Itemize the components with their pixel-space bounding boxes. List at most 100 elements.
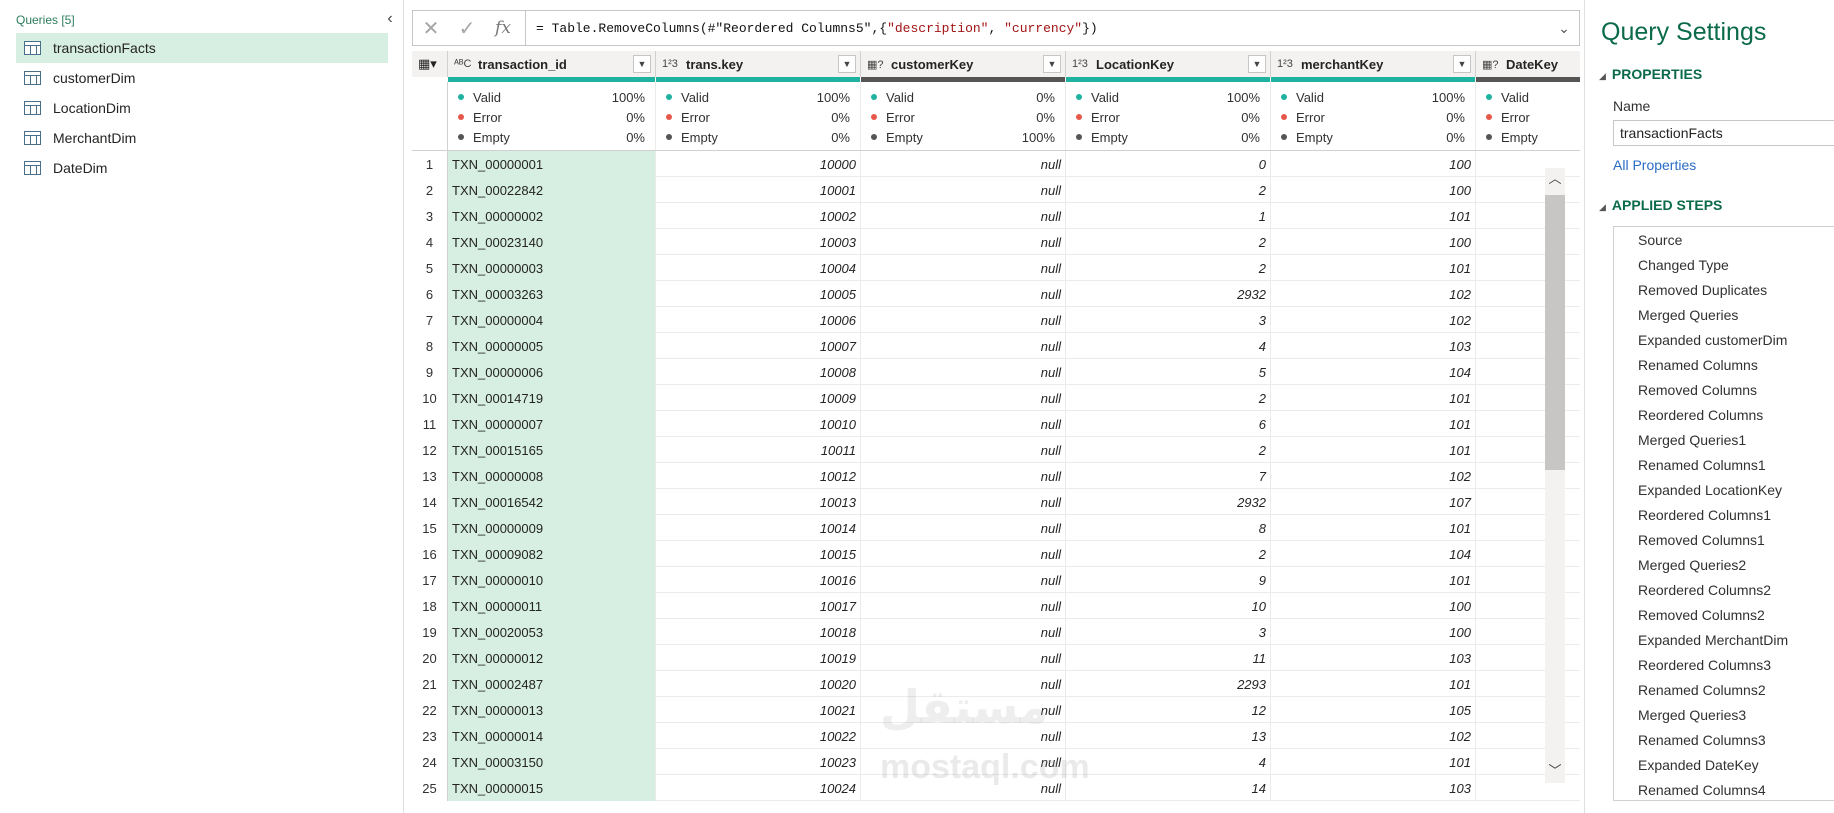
table-cell[interactable]: 5 bbox=[1066, 359, 1271, 385]
table-row[interactable]: 13 TXN_00000008 10012 null 7 102 bbox=[412, 463, 1580, 489]
query-item[interactable]: LocationDim bbox=[16, 93, 388, 123]
table-cell[interactable]: 10000 bbox=[656, 151, 861, 177]
applied-step[interactable]: Reordered Columns1 bbox=[1614, 502, 1834, 527]
table-cell[interactable]: null bbox=[861, 619, 1066, 645]
applied-step[interactable]: Expanded LocationKey bbox=[1614, 477, 1834, 502]
column-header[interactable]: 1²3 LocationKey ▼ bbox=[1066, 51, 1271, 82]
applied-step[interactable]: Merged Queries bbox=[1614, 302, 1834, 327]
table-cell[interactable]: 2 bbox=[1066, 229, 1271, 255]
table-cell[interactable]: 10022 bbox=[656, 723, 861, 749]
table-cell[interactable]: 101 bbox=[1271, 567, 1476, 593]
table-cell[interactable]: null bbox=[861, 307, 1066, 333]
applied-steps-section-head[interactable]: ◢ APPLIED STEPS bbox=[1599, 197, 1722, 213]
row-number[interactable]: 7 bbox=[412, 307, 448, 333]
scroll-up-icon[interactable]: ︿ bbox=[1545, 170, 1565, 188]
row-number[interactable]: 18 bbox=[412, 593, 448, 619]
table-cell[interactable]: 10020 bbox=[656, 671, 861, 697]
column-type-icon[interactable]: ▦? bbox=[1482, 58, 1506, 71]
fx-icon[interactable]: fx bbox=[485, 11, 521, 45]
table-row[interactable]: 20 TXN_00000012 10019 null 11 103 bbox=[412, 645, 1580, 671]
applied-step[interactable]: Reordered Columns3 bbox=[1614, 652, 1834, 677]
row-number[interactable]: 23 bbox=[412, 723, 448, 749]
table-row[interactable]: 15 TXN_00000009 10014 null 8 101 bbox=[412, 515, 1580, 541]
table-row[interactable]: 18 TXN_00000011 10017 null 10 100 bbox=[412, 593, 1580, 619]
table-cell[interactable]: TXN_00000010 bbox=[448, 567, 656, 593]
table-cell[interactable]: null bbox=[861, 385, 1066, 411]
applied-step[interactable]: Expanded DateKey bbox=[1614, 752, 1834, 777]
table-cell[interactable]: null bbox=[861, 645, 1066, 671]
table-cell[interactable]: null bbox=[861, 593, 1066, 619]
table-cell[interactable]: 101 bbox=[1271, 255, 1476, 281]
row-number[interactable]: 9 bbox=[412, 359, 448, 385]
table-cell[interactable]: null bbox=[861, 411, 1066, 437]
table-cell[interactable]: 10006 bbox=[656, 307, 861, 333]
row-number[interactable]: 25 bbox=[412, 775, 448, 801]
table-cell[interactable]: 100 bbox=[1271, 151, 1476, 177]
applied-step[interactable]: Reordered Columns bbox=[1614, 402, 1834, 427]
scroll-down-icon[interactable]: ﹀ bbox=[1545, 762, 1565, 780]
table-cell[interactable]: 101 bbox=[1271, 411, 1476, 437]
table-row[interactable]: 10 TXN_00014719 10009 null 2 101 bbox=[412, 385, 1580, 411]
table-cell[interactable]: 2293 bbox=[1066, 671, 1271, 697]
all-properties-link[interactable]: All Properties bbox=[1613, 157, 1696, 173]
table-cell[interactable]: 3 bbox=[1066, 307, 1271, 333]
table-cell[interactable]: 2 bbox=[1066, 255, 1271, 281]
row-number[interactable]: 22 bbox=[412, 697, 448, 723]
applied-step[interactable]: Renamed Columns4 bbox=[1614, 777, 1834, 800]
table-cell[interactable]: 10017 bbox=[656, 593, 861, 619]
table-cell[interactable]: TXN_00000001 bbox=[448, 151, 656, 177]
row-number[interactable]: 5 bbox=[412, 255, 448, 281]
table-cell[interactable]: TXN_00000004 bbox=[448, 307, 656, 333]
table-cell[interactable]: null bbox=[861, 359, 1066, 385]
table-cell[interactable]: 101 bbox=[1271, 671, 1476, 697]
row-number[interactable]: 21 bbox=[412, 671, 448, 697]
table-cell[interactable]: 10018 bbox=[656, 619, 861, 645]
table-cell[interactable]: 10007 bbox=[656, 333, 861, 359]
table-cell[interactable]: null bbox=[861, 489, 1066, 515]
table-cell[interactable]: 104 bbox=[1271, 359, 1476, 385]
table-cell[interactable]: 10024 bbox=[656, 775, 861, 801]
table-cell[interactable]: 10002 bbox=[656, 203, 861, 229]
table-cell[interactable]: TXN_00003263 bbox=[448, 281, 656, 307]
table-row[interactable]: 14 TXN_00016542 10013 null 2932 107 bbox=[412, 489, 1580, 515]
table-cell[interactable]: 104 bbox=[1271, 541, 1476, 567]
row-number[interactable]: 3 bbox=[412, 203, 448, 229]
table-cell[interactable]: 103 bbox=[1271, 775, 1476, 801]
applied-step[interactable]: Removed Columns1 bbox=[1614, 527, 1834, 552]
table-row[interactable]: 4 TXN_00023140 10003 null 2 100 bbox=[412, 229, 1580, 255]
applied-step[interactable]: Renamed Columns3 bbox=[1614, 727, 1834, 752]
table-cell[interactable]: null bbox=[861, 437, 1066, 463]
column-header[interactable]: 1²3 merchantKey ▼ bbox=[1271, 51, 1476, 82]
applied-step[interactable]: Removed Columns bbox=[1614, 377, 1834, 402]
query-item[interactable]: customerDim bbox=[16, 63, 388, 93]
table-row[interactable]: 2 TXN_00022842 10001 null 2 100 bbox=[412, 177, 1580, 203]
table-cell[interactable]: 10016 bbox=[656, 567, 861, 593]
table-cell[interactable]: TXN_00020053 bbox=[448, 619, 656, 645]
table-cell[interactable]: 102 bbox=[1271, 463, 1476, 489]
table-cell[interactable]: 1 bbox=[1066, 203, 1271, 229]
cancel-formula-icon[interactable]: ✕ bbox=[413, 11, 449, 45]
table-cell[interactable]: TXN_00000013 bbox=[448, 697, 656, 723]
table-cell[interactable]: TXN_00000007 bbox=[448, 411, 656, 437]
table-row[interactable]: 5 TXN_00000003 10004 null 2 101 bbox=[412, 255, 1580, 281]
column-header[interactable]: 1²3 trans.key ▼ bbox=[656, 51, 861, 82]
applied-step[interactable]: Source bbox=[1614, 227, 1834, 252]
table-row[interactable]: 16 TXN_00009082 10015 null 2 104 bbox=[412, 541, 1580, 567]
table-cell[interactable]: TXN_00016542 bbox=[448, 489, 656, 515]
table-cell[interactable]: null bbox=[861, 541, 1066, 567]
row-number[interactable]: 19 bbox=[412, 619, 448, 645]
table-cell[interactable]: null bbox=[861, 281, 1066, 307]
table-row[interactable]: 7 TXN_00000004 10006 null 3 102 bbox=[412, 307, 1580, 333]
table-cell[interactable]: TXN_00000008 bbox=[448, 463, 656, 489]
table-cell[interactable]: TXN_00000006 bbox=[448, 359, 656, 385]
table-row[interactable]: 6 TXN_00003263 10005 null 2932 102 bbox=[412, 281, 1580, 307]
table-cell[interactable]: 100 bbox=[1271, 593, 1476, 619]
table-row[interactable]: 12 TXN_00015165 10011 null 2 101 bbox=[412, 437, 1580, 463]
table-cell[interactable]: 10013 bbox=[656, 489, 861, 515]
applied-step[interactable]: Renamed Columns bbox=[1614, 352, 1834, 377]
applied-step[interactable]: Removed Columns2 bbox=[1614, 602, 1834, 627]
table-cell[interactable]: null bbox=[861, 333, 1066, 359]
table-cell[interactable]: 12 bbox=[1066, 697, 1271, 723]
table-row[interactable]: 3 TXN_00000002 10002 null 1 101 bbox=[412, 203, 1580, 229]
row-number[interactable]: 11 bbox=[412, 411, 448, 437]
